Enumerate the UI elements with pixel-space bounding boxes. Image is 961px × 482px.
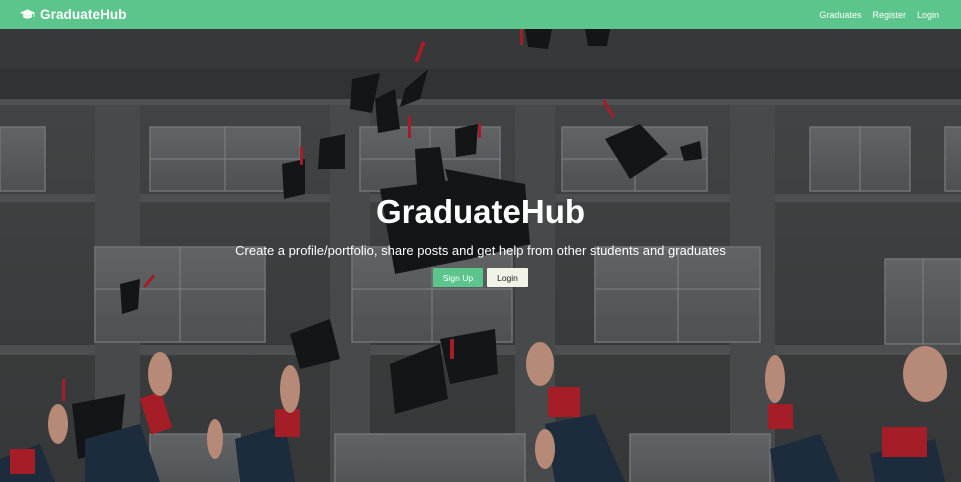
- nav-link-graduates[interactable]: Graduates: [814, 10, 867, 20]
- signup-button[interactable]: Sign Up: [433, 268, 483, 287]
- nav-links: Graduates Register Login: [814, 0, 961, 29]
- hero-lead: Create a profile/portfolio, share posts …: [235, 243, 726, 258]
- nav-link-register[interactable]: Register: [867, 10, 912, 20]
- hero-section: GraduateHub Create a profile/portfolio, …: [0, 29, 961, 482]
- login-button[interactable]: Login: [487, 268, 528, 287]
- hero-title: GraduateHub: [375, 193, 586, 230]
- brand-name: GraduateHub: [40, 7, 127, 22]
- nav-link-login[interactable]: Login: [911, 10, 961, 20]
- navbar: GraduateHub Graduates Register Login: [0, 0, 961, 29]
- brand-link[interactable]: GraduateHub: [20, 0, 127, 29]
- landing-page: GraduateHub Graduates Register Login Gra…: [0, 0, 961, 482]
- hero-buttons: Sign Up Login: [0, 268, 961, 287]
- graduation-cap-icon: [20, 8, 35, 21]
